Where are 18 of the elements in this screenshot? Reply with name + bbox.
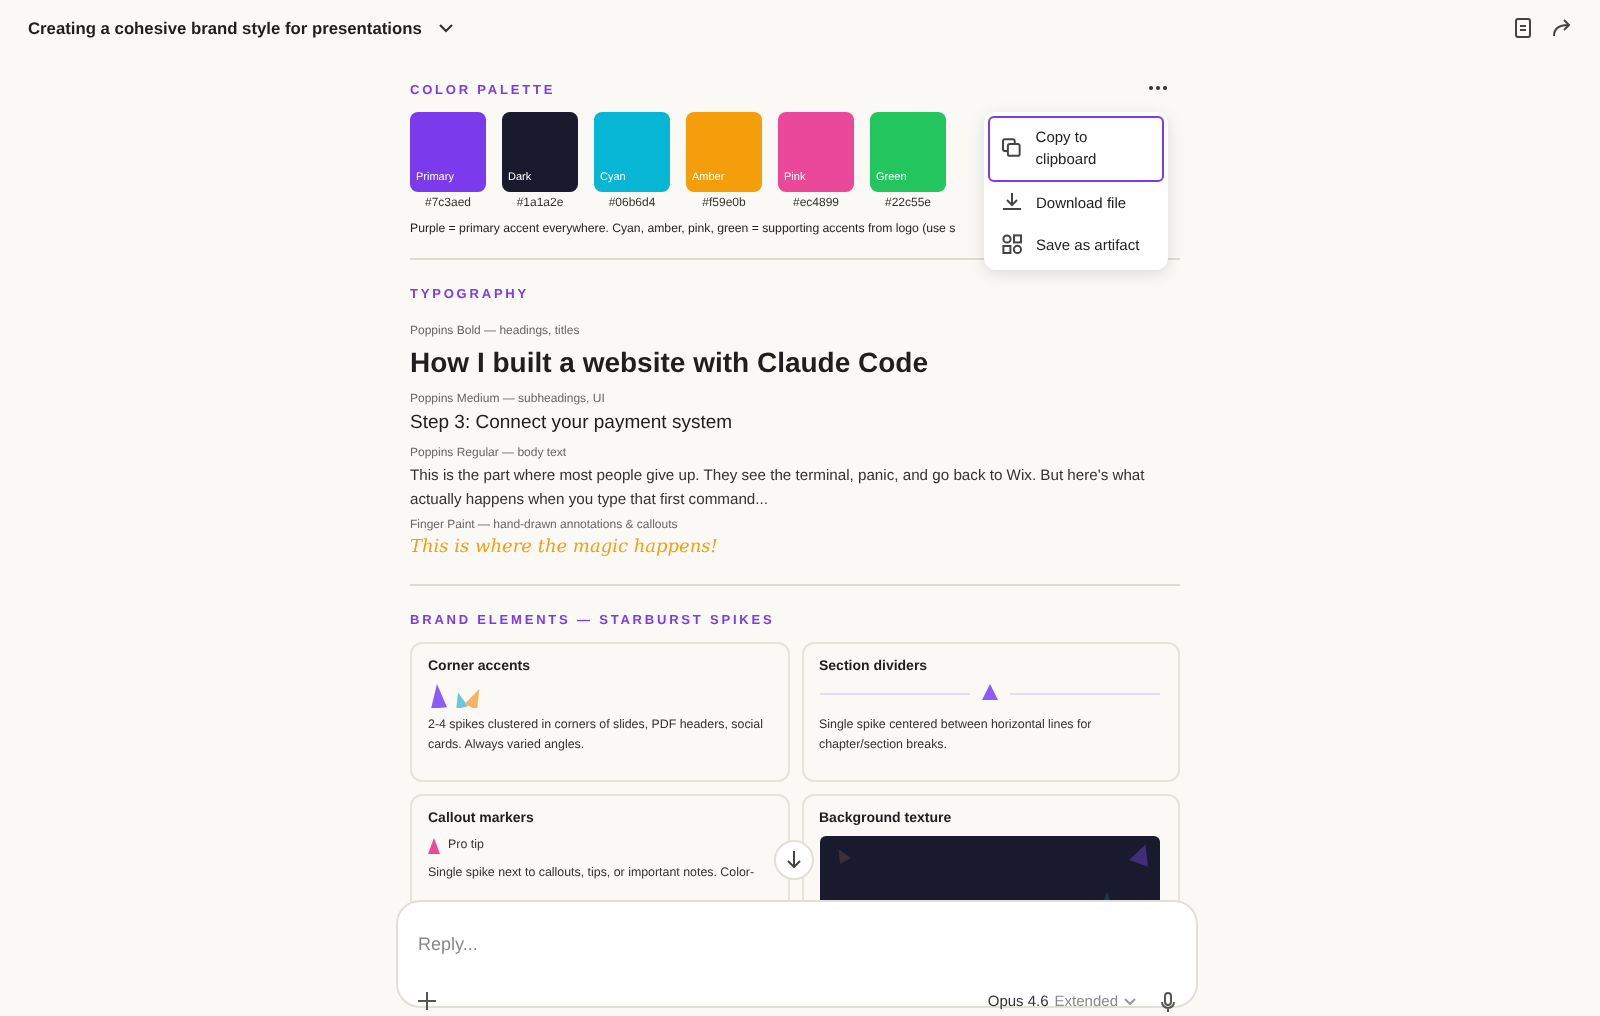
chat-title: Creating a cohesive brand style for presentations bbox=[28, 15, 422, 41]
microphone-icon[interactable] bbox=[1160, 991, 1176, 1012]
more-icon[interactable] bbox=[1148, 84, 1168, 92]
document-icon[interactable] bbox=[1514, 18, 1532, 38]
plus-icon[interactable] bbox=[418, 992, 436, 1011]
subheading-sample: Step 3: Connect your payment system bbox=[410, 409, 735, 438]
download-icon bbox=[1002, 192, 1022, 213]
reply-field[interactable]: Reply... bbox=[418, 932, 1176, 959]
caret-icon bbox=[1124, 997, 1136, 1006]
copy-icon bbox=[1002, 138, 1022, 159]
chevron-down-icon[interactable] bbox=[437, 20, 454, 36]
annotation-sample: This is where the magic happens! bbox=[410, 536, 720, 563]
share-icon[interactable] bbox=[1552, 18, 1572, 38]
arrow-down-icon bbox=[786, 850, 802, 870]
spikes-drawing bbox=[428, 684, 484, 709]
shapes-icon bbox=[1002, 234, 1022, 255]
spike-icon bbox=[428, 837, 440, 854]
heading-sample: How I built a website with Claude Code bbox=[410, 343, 931, 382]
